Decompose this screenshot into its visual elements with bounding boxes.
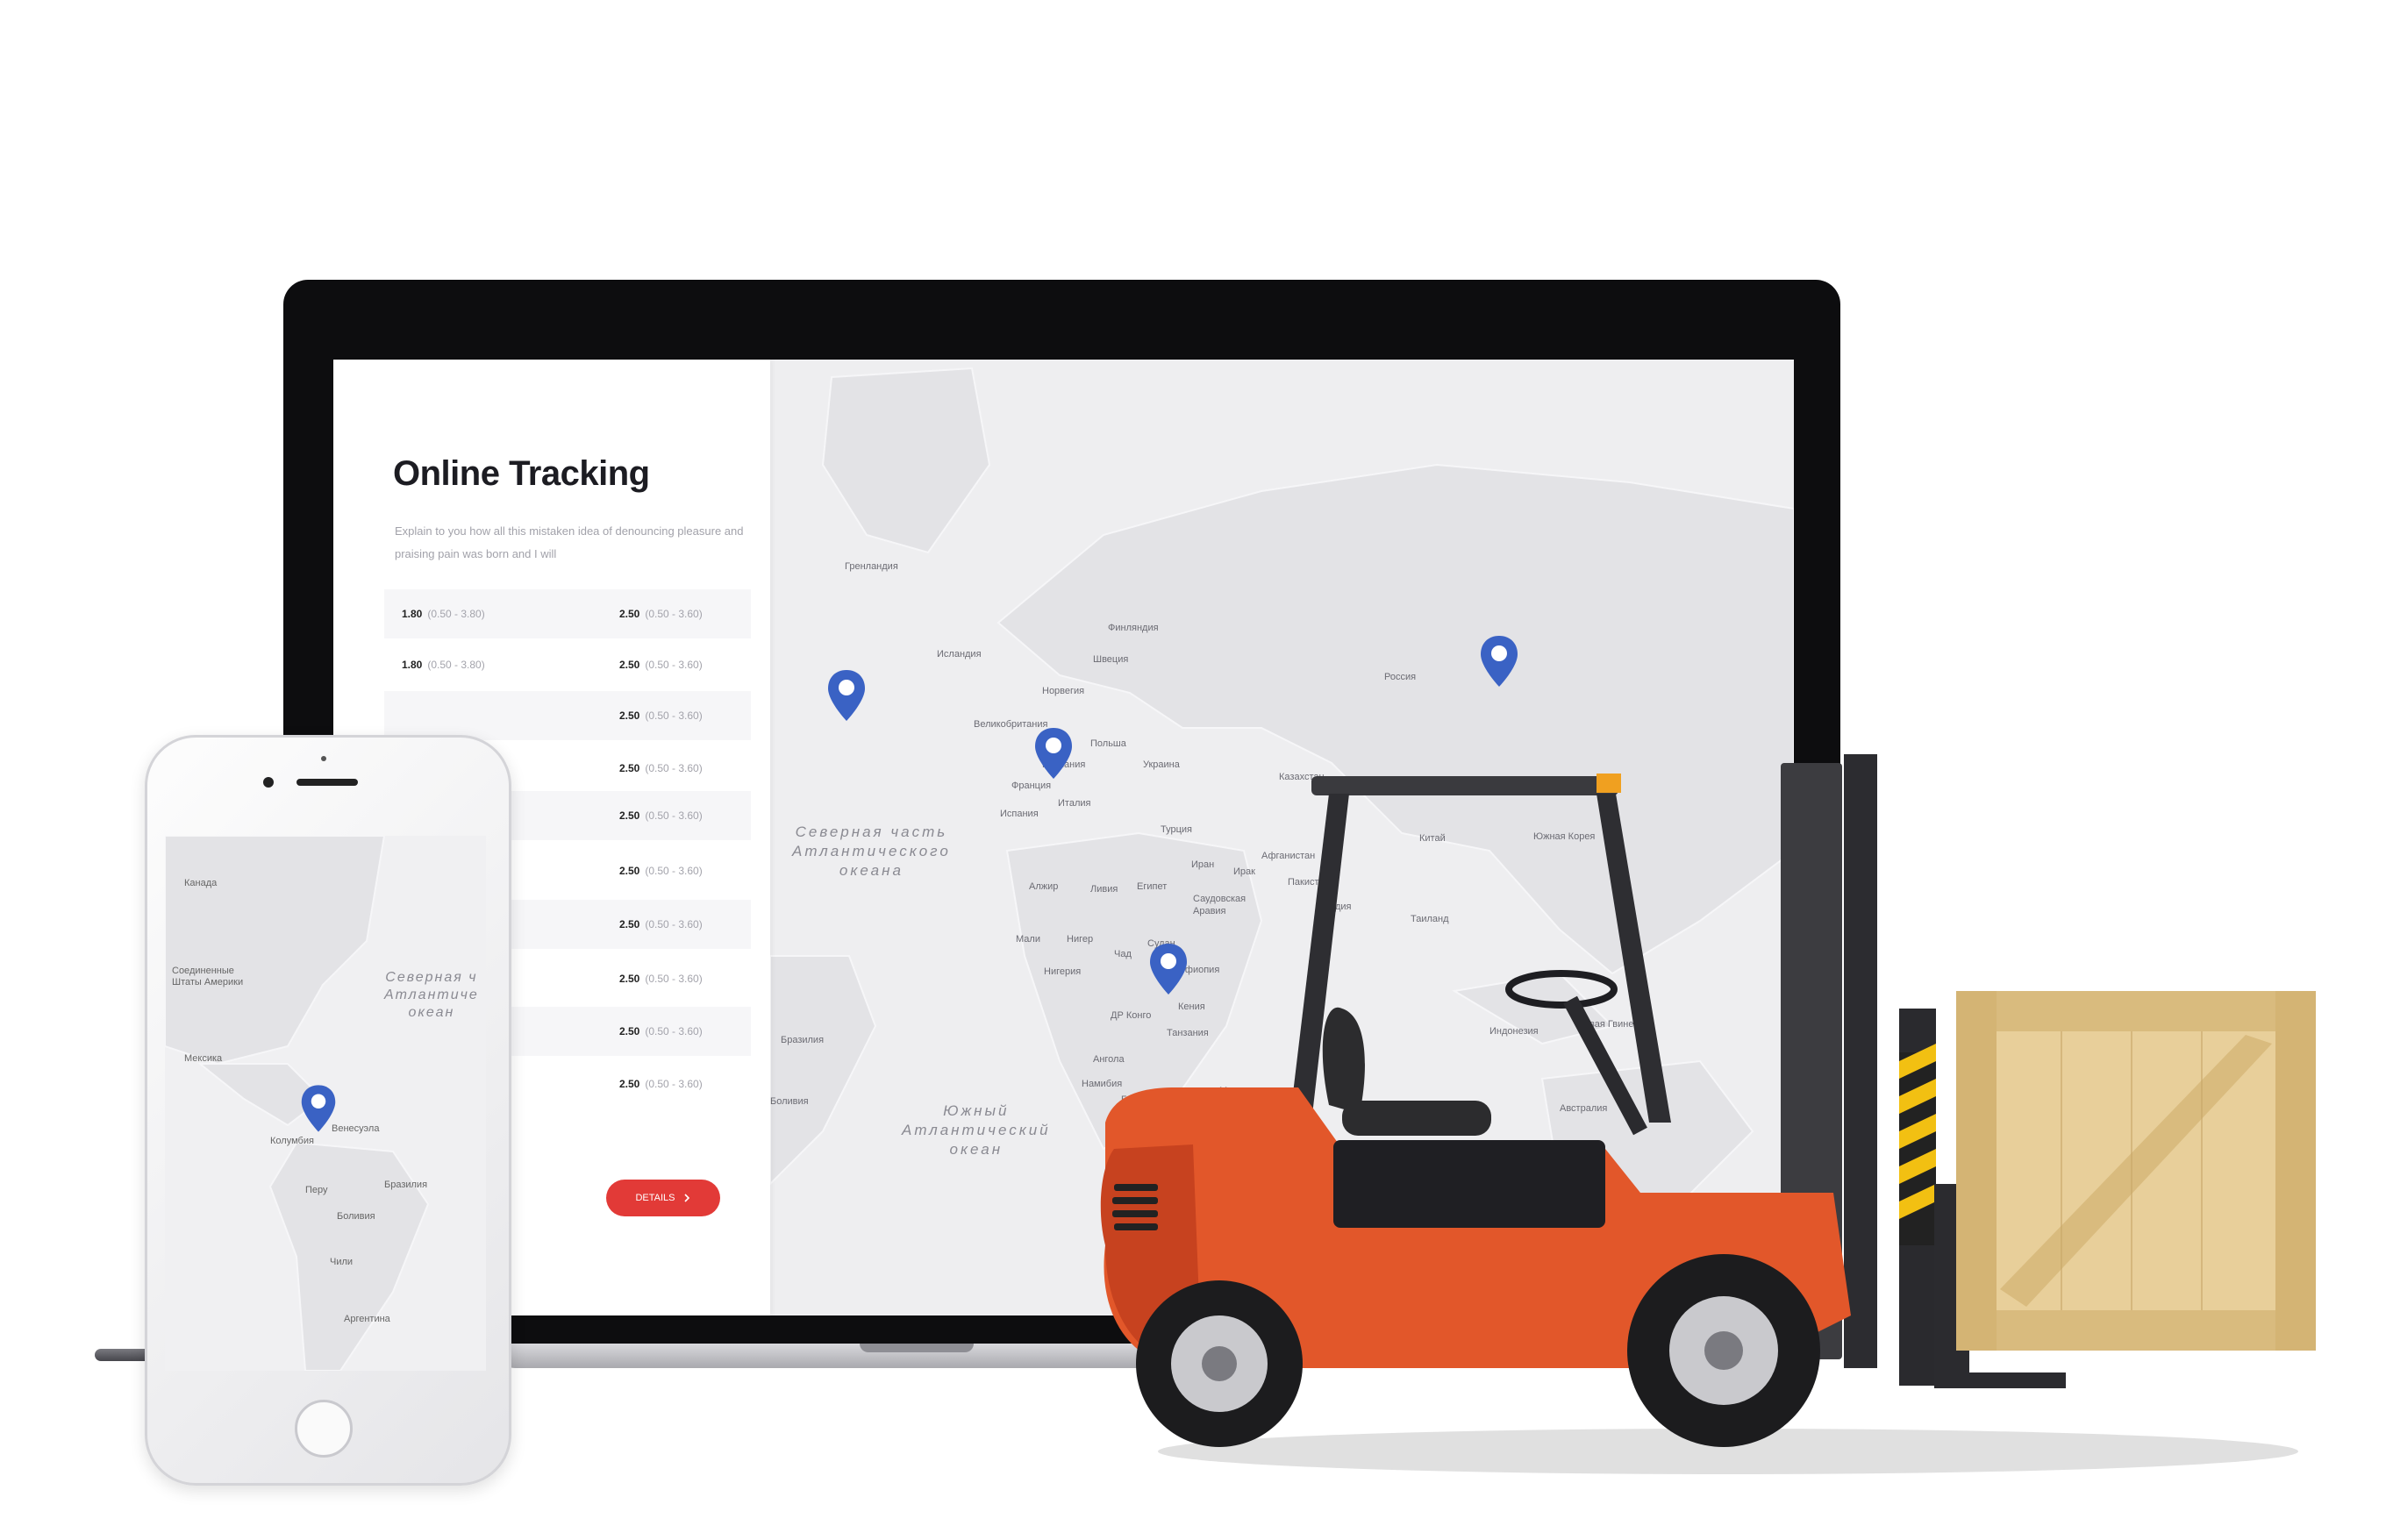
rate-value: 2.50 xyxy=(619,1078,640,1090)
map-label-russia: Россия xyxy=(1384,672,1417,682)
rate-row: 1.80 (0.50 - 3.80) 2.50 (0.50 - 3.60) xyxy=(384,640,751,689)
map-label-greenland: Гренландия xyxy=(845,561,898,572)
map-label-spain: Испания xyxy=(1000,809,1039,819)
phone-ocean-label: Северная ч Атлантиче океан xyxy=(384,970,479,1020)
ocean-label-south-atlantic: Южный Атлантический океан xyxy=(902,1102,1051,1158)
map-label-brazil: Бразилия xyxy=(781,1035,825,1045)
phone-label-usa: Соединенные Штаты Америки xyxy=(172,966,244,987)
rate-value: 2.50 xyxy=(619,608,640,620)
map-label-finland: Финляндия xyxy=(1108,623,1159,633)
rate-right: 2.50 (0.50 - 3.60) xyxy=(619,659,703,671)
rate-right: 2.50 (0.50 - 3.60) xyxy=(619,762,703,774)
rate-range: (0.50 - 3.80) xyxy=(427,608,485,620)
rate-value: 2.50 xyxy=(619,809,640,822)
map-pin-icon[interactable] xyxy=(1478,634,1520,688)
phone-label-canada: Канада xyxy=(184,878,218,888)
rate-value: 1.80 xyxy=(402,659,423,671)
phone-label-peru: Перу xyxy=(305,1185,328,1195)
rate-value: 1.80 xyxy=(402,608,423,620)
rate-row: 1.80 (0.50 - 3.80) 2.50 (0.50 - 3.60) xyxy=(384,589,751,638)
map-label-iceland: Исландия xyxy=(937,649,982,659)
rate-range: (0.50 - 3.60) xyxy=(645,973,703,985)
phone-label-venezuela: Венесуэла xyxy=(332,1123,380,1134)
phone-speaker xyxy=(296,779,358,786)
phone-label-bolivia: Боливия xyxy=(337,1211,375,1222)
rate-range: (0.50 - 3.60) xyxy=(645,809,703,822)
rate-right: 2.50 (0.50 - 3.60) xyxy=(619,809,703,822)
rate-value: 2.50 xyxy=(619,762,640,774)
forklift-illustration xyxy=(1100,754,2316,1474)
map-label-nigeria: Нигерия xyxy=(1044,966,1082,977)
rate-right: 2.50 (0.50 - 3.60) xyxy=(619,1078,703,1090)
rate-range: (0.50 - 3.60) xyxy=(645,918,703,930)
map-pin-icon[interactable] xyxy=(1032,726,1075,781)
rate-range: (0.50 - 3.60) xyxy=(645,762,703,774)
rate-value: 2.50 xyxy=(619,865,640,877)
rate-right: 2.50 (0.50 - 3.60) xyxy=(619,865,703,877)
phone-home-button[interactable] xyxy=(295,1400,353,1458)
rate-value: 2.50 xyxy=(619,918,640,930)
rate-row: 2.50 (0.50 - 3.60) xyxy=(384,691,751,740)
rate-range: (0.50 - 3.60) xyxy=(645,1078,703,1090)
phone-map[interactable]: Канада Соединенные Штаты Америки Мексика… xyxy=(165,836,486,1371)
map-label-algeria: Алжир xyxy=(1029,881,1059,892)
ocean-label-north-atlantic: Северная часть Атлантического океана xyxy=(792,823,951,879)
rate-right: 2.50 (0.50 - 3.60) xyxy=(619,608,703,620)
phone-label-mexico: Мексика xyxy=(184,1053,223,1064)
rate-range: (0.50 - 3.60) xyxy=(645,709,703,722)
details-button[interactable]: DETAILS xyxy=(606,1180,720,1216)
rate-right: 2.50 (0.50 - 3.60) xyxy=(619,918,703,930)
map-pin-icon[interactable] xyxy=(299,1083,338,1134)
phone-camera xyxy=(263,777,274,788)
rate-left xyxy=(402,709,407,722)
map-label-bolivia: Боливия xyxy=(770,1096,809,1107)
map-label-poland: Польша xyxy=(1090,738,1126,749)
details-button-label: DETAILS xyxy=(635,1193,675,1203)
map-label-sweden: Швеция xyxy=(1093,654,1129,665)
phone-label-brazil: Бразилия xyxy=(384,1180,428,1190)
rate-right: 2.50 (0.50 - 3.60) xyxy=(619,973,703,985)
rate-range: (0.50 - 3.60) xyxy=(645,608,703,620)
phone-label-argentina: Аргентина xyxy=(344,1314,390,1324)
rate-left: 1.80 (0.50 - 3.80) xyxy=(402,659,485,671)
rate-right: 2.50 (0.50 - 3.60) xyxy=(619,1025,703,1037)
rate-range: (0.50 - 3.60) xyxy=(645,1025,703,1037)
phone-label-colombia: Колумбия xyxy=(270,1136,314,1146)
map-label-mali: Мали xyxy=(1016,934,1040,945)
phone-sensor xyxy=(321,756,326,761)
laptop-base-notch xyxy=(860,1344,974,1352)
rate-value: 2.50 xyxy=(619,1025,640,1037)
map-pin-icon[interactable] xyxy=(825,668,868,723)
page-title: Online Tracking xyxy=(393,454,650,493)
rate-range: (0.50 - 3.60) xyxy=(645,659,703,671)
rate-value: 2.50 xyxy=(619,709,640,722)
map-label-france: Франция xyxy=(1011,781,1052,791)
rate-right: 2.50 (0.50 - 3.60) xyxy=(619,709,703,722)
rate-range: (0.50 - 3.60) xyxy=(645,865,703,877)
rate-value: 2.50 xyxy=(619,659,640,671)
panel-description: Explain to you how all this mistaken ide… xyxy=(395,524,744,560)
rate-range: (0.50 - 3.80) xyxy=(427,659,485,671)
chevron-right-icon xyxy=(683,1194,689,1202)
rate-left: 1.80 (0.50 - 3.80) xyxy=(402,608,485,620)
map-label-norway: Норвегия xyxy=(1042,686,1085,696)
phone-label-chile: Чили xyxy=(330,1257,354,1267)
rate-value: 2.50 xyxy=(619,973,640,985)
